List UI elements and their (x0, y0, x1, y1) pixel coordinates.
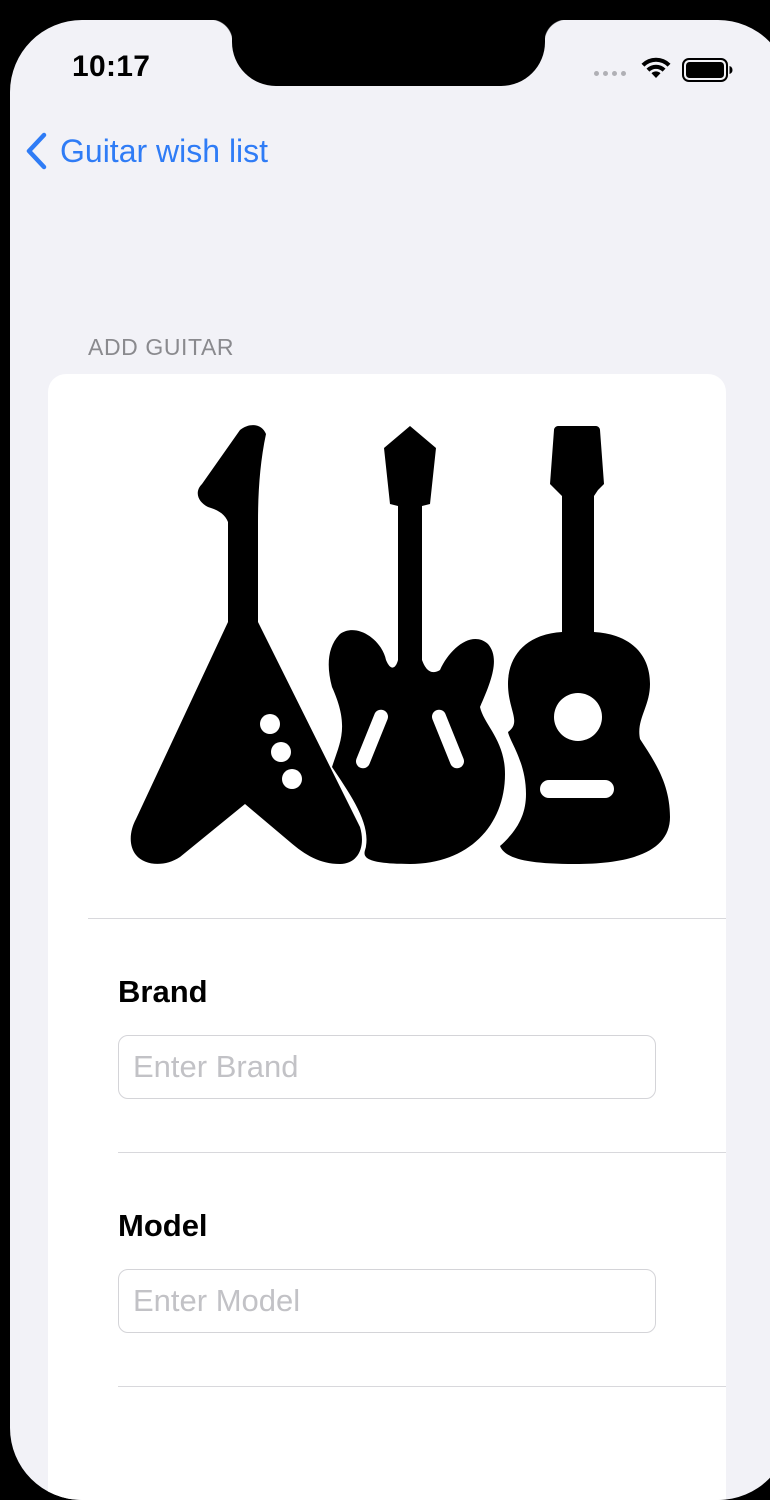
image-divider (88, 918, 726, 919)
add-guitar-form: Brand Model (48, 374, 726, 1500)
wifi-icon (641, 57, 671, 78)
guitars-icon (130, 425, 670, 864)
brand-label: Brand (118, 974, 208, 1009)
battery-icon (682, 58, 733, 82)
model-divider (118, 1386, 726, 1387)
status-time: 10:17 (72, 50, 151, 83)
model-field[interactable] (118, 1269, 656, 1333)
model-label: Model (118, 1208, 208, 1243)
chevron-left-icon (26, 132, 47, 170)
app-screen: 10:17 Guitar wish list ADD GUITAR Brand … (10, 20, 770, 1500)
device-notch (210, 20, 567, 86)
brand-field[interactable] (118, 1035, 656, 1099)
back-button[interactable]: Guitar wish list (24, 132, 268, 170)
cellular-signal-icon (594, 71, 626, 76)
brand-divider (118, 1152, 726, 1153)
section-header: ADD GUITAR (88, 334, 235, 360)
back-button-label: Guitar wish list (60, 132, 269, 169)
